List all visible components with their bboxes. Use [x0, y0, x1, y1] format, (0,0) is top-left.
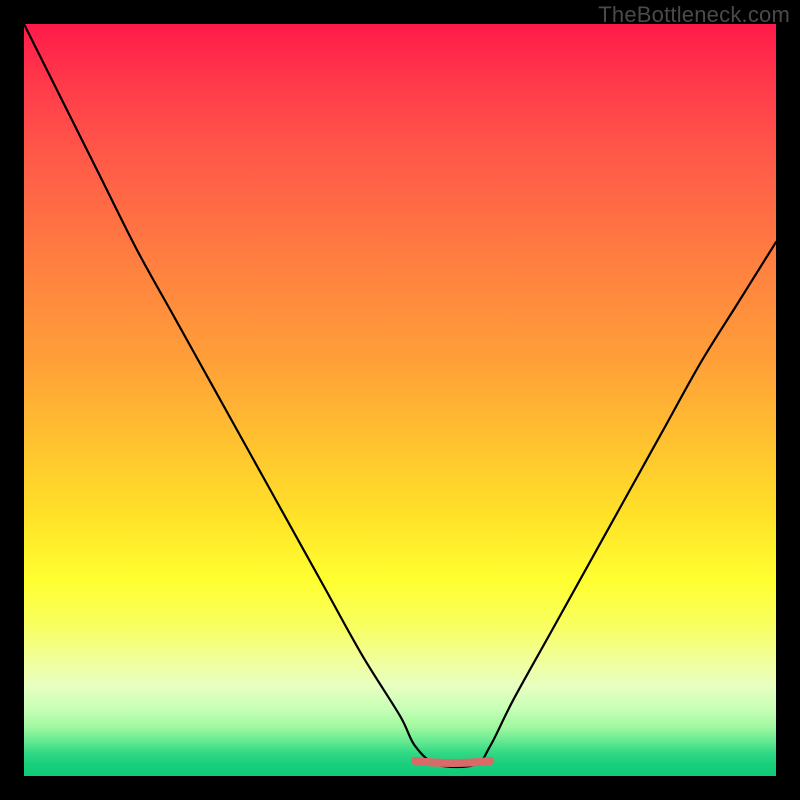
watermark-text: TheBottleneck.com — [598, 2, 790, 28]
plot-area — [24, 24, 776, 776]
chart-frame: TheBottleneck.com — [0, 0, 800, 800]
bottleneck-curve — [24, 24, 776, 767]
chart-svg — [24, 24, 776, 776]
flat-trough-highlight — [415, 761, 490, 763]
